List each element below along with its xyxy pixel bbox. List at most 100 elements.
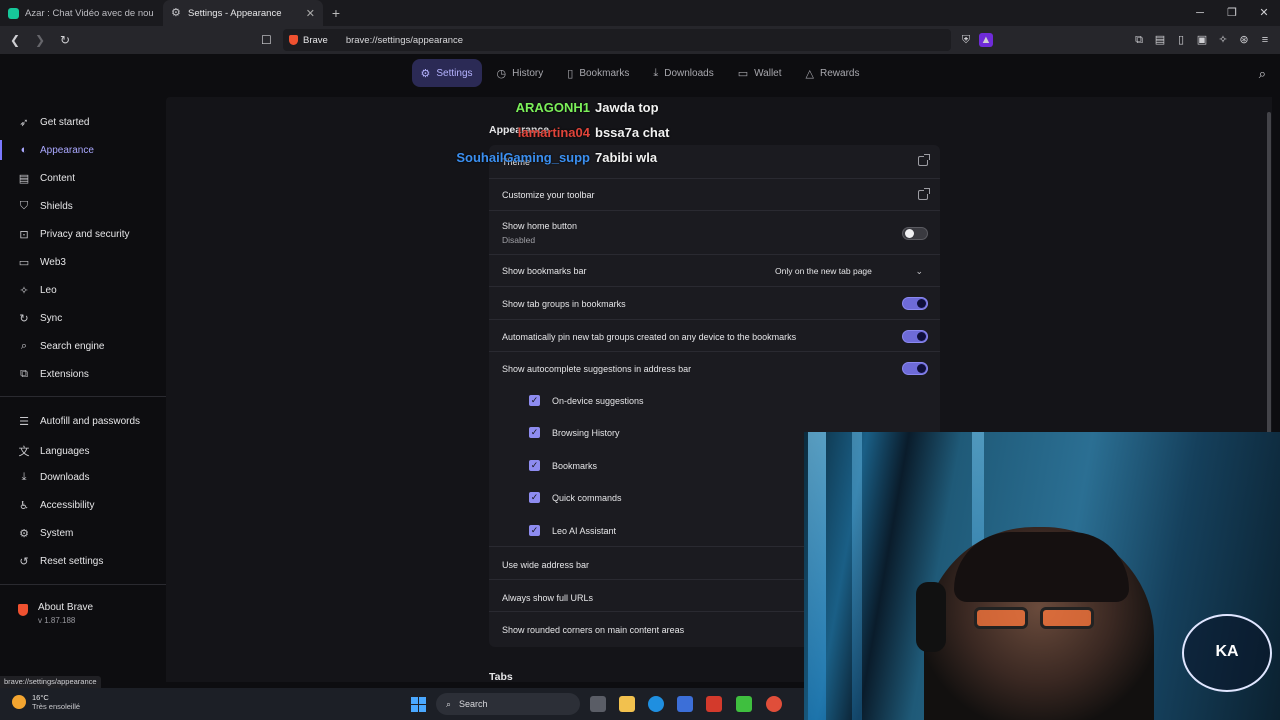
row-label: Always show full URLs (502, 593, 594, 603)
sidebar-item-accessibility[interactable]: ♿ Accessibility (18, 499, 94, 512)
weather-temp: 16°C (32, 693, 49, 702)
reload-icon[interactable]: ↻ (55, 33, 75, 47)
vpn-icon[interactable]: ⊛ (1237, 33, 1251, 47)
search-icon: ⌕ (446, 698, 452, 709)
headset-icon (916, 582, 946, 652)
sidebar-toggle-icon[interactable]: ▯ (1174, 33, 1188, 47)
checkbox-checked[interactable]: ✓ (529, 460, 540, 471)
sidebar-item-label: System (40, 528, 74, 539)
tab-settings[interactable]: ⚙ Settings - Appearance ✕ (163, 0, 323, 26)
checkbox-checked[interactable]: ✓ (529, 427, 540, 438)
bookmark-page-icon[interactable]: ☐ (261, 33, 275, 47)
sidebar-item-privacy[interactable]: ⊡ Privacy and security (18, 228, 129, 241)
sidebar-item-appearance[interactable]: ◐ Appearance (18, 144, 94, 156)
sidebar-item-about[interactable]: About Brave v 1.87.188 (18, 602, 93, 625)
reset-icon: ↺ (19, 556, 29, 568)
taskbar-search[interactable]: ⌕ Search (436, 693, 580, 715)
sidebar-item-get-started[interactable]: ➶ Get started (18, 116, 89, 129)
file-explorer-icon[interactable] (619, 696, 635, 712)
content-icon: ▤ (18, 173, 30, 185)
about-title: About Brave (38, 602, 94, 613)
minimize-icon[interactable]: ─ (1184, 0, 1216, 26)
forward-icon[interactable]: ❯ (30, 33, 50, 47)
sidebar-item-content[interactable]: ▤ Content (18, 172, 75, 185)
external-link-icon[interactable] (918, 188, 930, 200)
window-close-icon[interactable]: ✕ (1248, 0, 1280, 26)
nav-settings[interactable]: ⚙ Settings (411, 59, 482, 87)
external-link-icon[interactable] (918, 154, 930, 166)
tab-azar[interactable]: Azar : Chat Vidéo avec de nouvelles ... (0, 0, 163, 26)
reading-list-icon[interactable]: ▤ (1153, 33, 1167, 47)
brave-taskbar-icon[interactable] (766, 696, 782, 712)
task-view-icon[interactable] (590, 696, 606, 712)
row-customize-toolbar[interactable]: Customize your toolbar (489, 178, 940, 210)
checkbox-checked[interactable]: ✓ (529, 395, 540, 406)
sidebar-item-label: Languages (40, 445, 90, 457)
tab-groups-toggle[interactable] (902, 297, 928, 310)
bookmarks-bar-select[interactable]: Only on the new tab page ⌄ (770, 260, 928, 282)
store-icon[interactable] (677, 696, 693, 712)
row-on-device[interactable]: ✓ On-device suggestions (489, 384, 940, 416)
windows-taskbar: 16°C Très ensoleillé ⌕ Search (0, 688, 804, 720)
autofill-icon: ☰ (19, 416, 29, 428)
gear-icon: ⚙ (171, 6, 181, 19)
download-icon: ⤓ (21, 471, 27, 483)
web3-icon: ▭ (18, 257, 30, 269)
sidebar-item-leo[interactable]: ✧ Leo (18, 284, 57, 297)
media-icon[interactable] (736, 696, 752, 712)
nav-rewards[interactable]: △ Rewards (797, 59, 869, 87)
leo-icon[interactable]: ✧ (1216, 33, 1230, 47)
nav-wallet[interactable]: ▭ Wallet (729, 59, 791, 87)
nav-downloads[interactable]: ⤓ Downloads (644, 59, 722, 87)
about-version: v 1.87.188 (38, 616, 76, 625)
edge-icon[interactable] (648, 696, 664, 712)
sidebar-item-shields[interactable]: ⛉ Shields (18, 200, 73, 213)
row-label: Show tab groups in bookmarks (502, 299, 626, 309)
address-url[interactable]: brave://settings/appearance (346, 35, 463, 46)
sun-icon (12, 695, 26, 709)
sidebar-item-reset[interactable]: ↺ Reset settings (18, 555, 103, 568)
sidebar-item-downloads[interactable]: ⤓ Downloads (18, 471, 90, 484)
address-bar[interactable]: Brave brave://settings/appearance (283, 29, 951, 51)
sidebar-item-sync[interactable]: ↻ Sync (18, 312, 62, 325)
extensions-icon[interactable]: ⧉ (1132, 33, 1146, 47)
maximize-icon[interactable]: ❐ (1216, 0, 1248, 26)
autocomplete-toggle[interactable] (902, 362, 928, 375)
sidebar-item-search-engine[interactable]: ⌕ Search engine (18, 340, 105, 353)
address-chip: Brave (303, 34, 328, 46)
sidebar-item-extensions[interactable]: ⧉ Extensions (18, 368, 89, 381)
sidebar-item-label: Leo (40, 285, 57, 296)
nav-history[interactable]: ◷ History (488, 59, 553, 87)
chat-message: lamartina04 bssa7a chat (440, 125, 670, 140)
leo-icon: ✧ (19, 285, 29, 297)
pin-tab-groups-toggle[interactable] (902, 330, 928, 343)
settings-search-icon[interactable]: ⌕ (1259, 66, 1266, 82)
wallet-icon[interactable]: ▣ (1195, 33, 1209, 47)
home-button-toggle[interactable] (902, 227, 928, 240)
weather-desc: Très ensoleillé (32, 702, 81, 711)
status-url: brave://settings/appearance (0, 676, 101, 688)
close-tab-icon[interactable]: ✕ (306, 7, 315, 20)
checkbox-checked[interactable]: ✓ (529, 525, 540, 536)
back-icon[interactable]: ❮ (5, 33, 25, 47)
menu-icon[interactable]: ≡ (1258, 33, 1272, 47)
row-label: Use wide address bar (502, 560, 590, 570)
sidebar-item-system[interactable]: ⚙ System (18, 527, 73, 540)
app-icon[interactable] (706, 696, 722, 712)
windows-start-icon[interactable] (411, 697, 426, 712)
light-beam (808, 432, 826, 720)
sidebar-item-autofill[interactable]: ☰ Autofill and passwords (18, 415, 140, 428)
rewards-badge-icon[interactable]: ▲ (979, 33, 993, 47)
checkbox-checked[interactable]: ✓ (529, 492, 540, 503)
new-tab-button[interactable]: + (323, 0, 349, 26)
nav-bookmarks[interactable]: ▯ Bookmarks (558, 59, 638, 87)
wallet-icon: ▭ (737, 67, 749, 80)
sidebar-item-web3[interactable]: ▭ Web3 (18, 256, 66, 269)
sidebar-item-languages[interactable]: 文 Languages (18, 443, 90, 459)
select-value: Only on the new tab page (775, 266, 872, 276)
row-label: Leo AI Assistant (552, 526, 617, 536)
search-icon: ⌕ (20, 340, 28, 352)
brave-shields-icon[interactable]: ⛨ (959, 33, 973, 47)
weather-widget[interactable]: 16°C Très ensoleillé (12, 693, 80, 711)
tab-title: Azar : Chat Vidéo avec de nouvelles ... (25, 7, 153, 19)
